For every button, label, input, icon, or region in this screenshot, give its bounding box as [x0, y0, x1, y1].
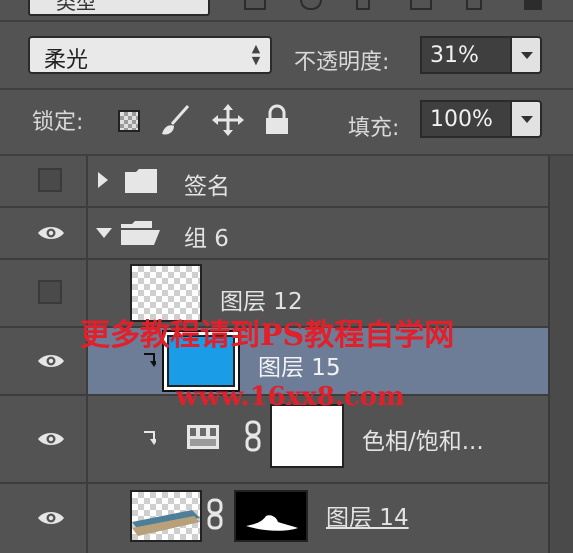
- fill-label: 填充:: [348, 116, 400, 141]
- lock-image-pixels-icon[interactable]: [158, 104, 194, 138]
- filter-toggle-icon[interactable]: [524, 0, 542, 10]
- visibility-toggle-off[interactable]: [38, 168, 62, 192]
- eye-icon[interactable]: [37, 353, 65, 369]
- watermark-url: www.16xx8.com: [176, 382, 405, 412]
- open-folder-icon: [121, 221, 160, 245]
- collapse-arrow-icon[interactable]: [96, 228, 112, 238]
- fill-dropdown-button[interactable]: [510, 100, 542, 138]
- adjustment-mask-thumbnail[interactable]: [270, 404, 344, 468]
- opacity-dropdown-button[interactable]: [510, 36, 542, 74]
- clipping-arrow-icon: [144, 431, 156, 445]
- layer-name: 签名: [184, 174, 230, 200]
- opacity-input[interactable]: 31%: [420, 36, 512, 74]
- opacity-value: 31%: [430, 43, 479, 68]
- filter-kind-select[interactable]: 类型: [28, 0, 210, 16]
- layer-name: 色相/饱和...: [362, 429, 484, 455]
- blend-row: 柔光 ▲ ▼ 不透明度: 31%: [0, 22, 573, 88]
- lock-label: 锁定:: [32, 110, 84, 135]
- filter-type-icon[interactable]: [356, 0, 370, 10]
- visibility-cell: [0, 484, 88, 553]
- layer-row-group-signature[interactable]: 签名: [0, 156, 548, 208]
- filter-kind-label: 类型: [56, 0, 96, 14]
- visibility-cell: [0, 260, 88, 326]
- filter-smart-icon[interactable]: [466, 0, 482, 10]
- eye-icon[interactable]: [37, 225, 65, 241]
- watermark-text: 更多教程请到PS教程自学网: [80, 318, 455, 353]
- layer-name: 图层 14: [326, 505, 409, 531]
- fill-input[interactable]: 100%: [420, 100, 512, 138]
- clipping-arrow-icon: [144, 353, 156, 367]
- lock-transparent-pixels-icon[interactable]: [118, 110, 140, 132]
- blend-mode-value: 柔光: [44, 48, 89, 73]
- visibility-cell: [0, 208, 88, 258]
- visibility-toggle-off[interactable]: [38, 280, 62, 304]
- mask-shape: [246, 515, 298, 531]
- thumbnail-art: [132, 510, 200, 536]
- chevron-down-icon: [521, 52, 533, 59]
- scrollbar[interactable]: [548, 156, 573, 553]
- blend-mode-select[interactable]: 柔光 ▲ ▼: [28, 36, 272, 74]
- updown-icon: ▲ ▼: [251, 42, 261, 67]
- hue-saturation-adjustment-icon: [187, 425, 219, 449]
- chain-link-icon[interactable]: [244, 420, 262, 452]
- layer-name: 组 6: [184, 226, 229, 252]
- lock-all-icon[interactable]: [264, 104, 290, 136]
- eye-icon[interactable]: [37, 510, 65, 526]
- layer-thumbnail: [130, 490, 202, 542]
- visibility-cell: [0, 396, 88, 482]
- chevron-down-icon: [521, 116, 533, 123]
- filter-pixel-icon[interactable]: [244, 0, 266, 10]
- expand-arrow-icon[interactable]: [98, 172, 108, 188]
- folder-icon: [125, 169, 157, 193]
- fill-value: 100%: [430, 107, 493, 132]
- layer-row-14[interactable]: 图层 14: [0, 484, 548, 553]
- lock-row: 锁定: 填充: 100%: [0, 90, 573, 156]
- layer-mask-thumbnail[interactable]: [234, 490, 308, 542]
- filter-bar: 类型: [0, 0, 573, 20]
- lock-position-icon[interactable]: [212, 104, 244, 136]
- visibility-cell: [0, 328, 88, 394]
- layers-list: 签名 组 6 图层 12 图层 15 色相/饱和... 图层 14: [0, 156, 548, 553]
- opacity-label: 不透明度:: [294, 50, 390, 75]
- filter-shape-icon[interactable]: [410, 0, 432, 10]
- visibility-cell: [0, 156, 88, 206]
- chain-link-icon[interactable]: [206, 498, 224, 530]
- filter-adjustment-icon[interactable]: [300, 0, 322, 10]
- eye-icon[interactable]: [37, 431, 65, 447]
- layer-row-group-6[interactable]: 组 6: [0, 208, 548, 260]
